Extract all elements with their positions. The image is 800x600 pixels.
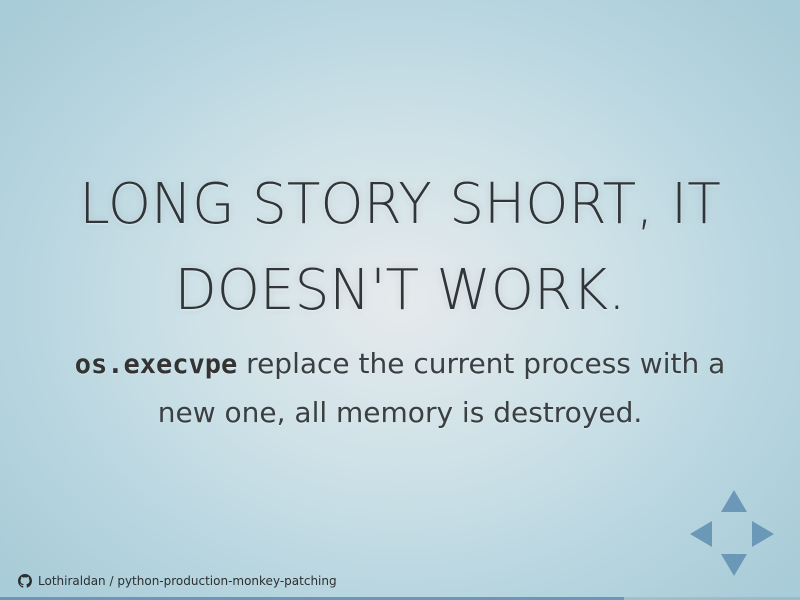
- navigate-down-arrow-icon[interactable]: [721, 554, 747, 576]
- github-repo-link-text: Lothiraldan / python-production-monkey-p…: [38, 574, 337, 588]
- navigate-up-arrow-icon[interactable]: [721, 490, 747, 512]
- slide-title-line-1: LONG STORY SHORT, IT: [79, 172, 721, 237]
- navigation-controls: [688, 490, 778, 578]
- slide-body-text-1: replace the current process with a: [237, 347, 726, 380]
- slide-body: os.execvpe replace the current process w…: [20, 340, 780, 437]
- github-repo-link[interactable]: Lothiraldan / python-production-monkey-p…: [18, 572, 337, 590]
- slide-title: LONG STORY SHORT, IT DOESN'T WORK.: [28, 162, 773, 334]
- navigate-right-arrow-icon[interactable]: [752, 521, 774, 547]
- github-icon: [18, 574, 32, 588]
- slide: LONG STORY SHORT, IT DOESN'T WORK. os.ex…: [0, 0, 800, 600]
- code-inline: os.execvpe: [74, 349, 238, 380]
- slide-title-line-2: DOESN'T WORK.: [174, 258, 626, 323]
- slide-body-line-1: os.execvpe replace the current process w…: [20, 340, 780, 389]
- navigate-left-arrow-icon[interactable]: [690, 521, 712, 547]
- slide-body-line-2: new one, all memory is destroyed.: [157, 396, 643, 429]
